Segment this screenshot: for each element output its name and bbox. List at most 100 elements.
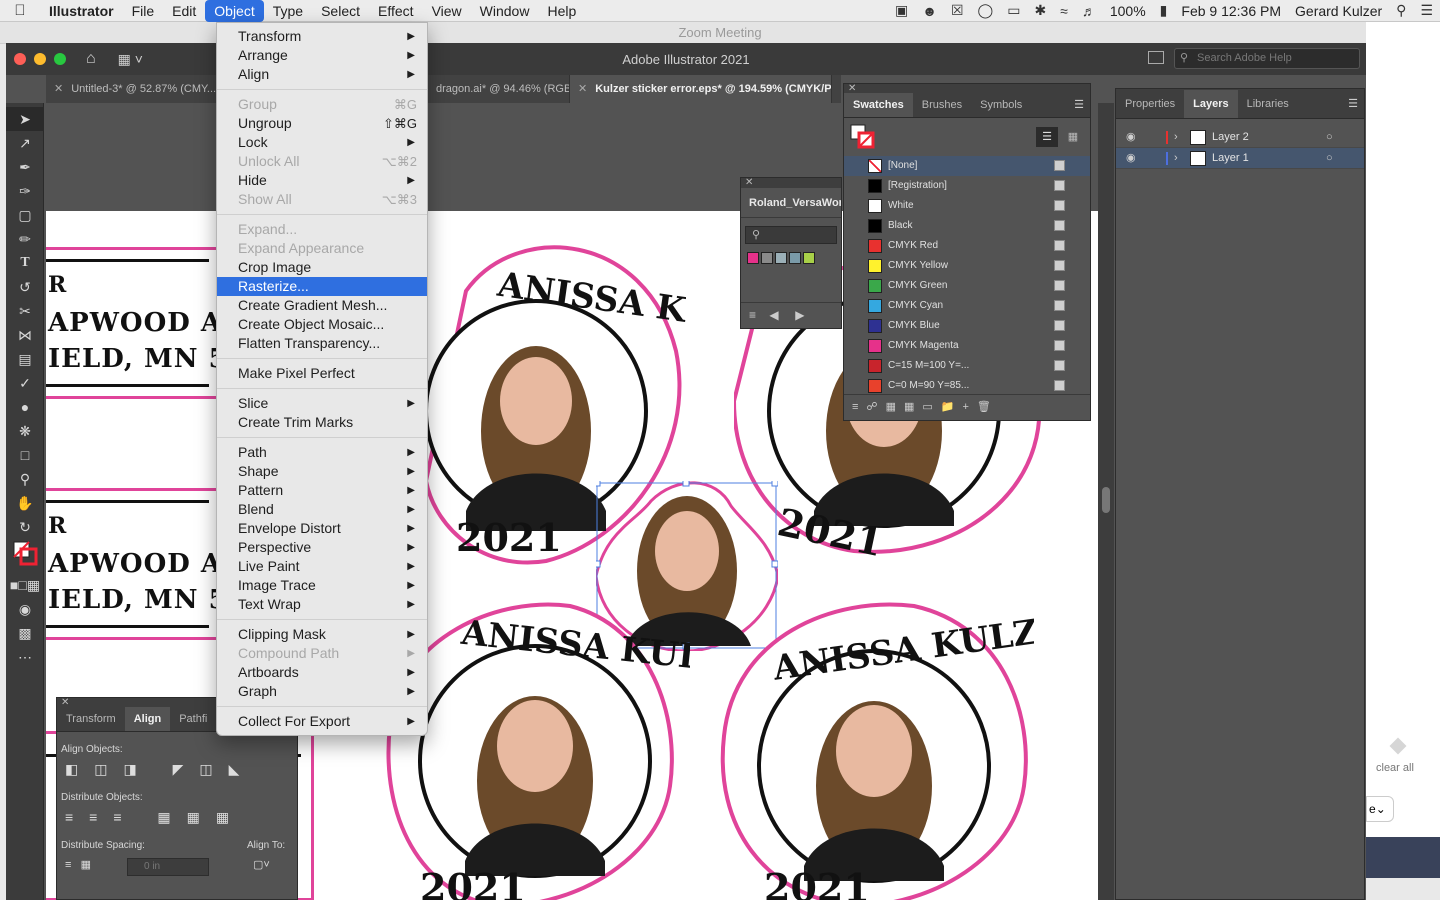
menu-item-artboards[interactable]: Artboards ▶ (217, 663, 427, 682)
selection-handle[interactable] (771, 560, 778, 568)
align-to-dropdown-icon[interactable]: ▢˅ (253, 858, 270, 871)
menu-edit[interactable]: Edit (163, 0, 205, 22)
next-icon[interactable]: ▶ (795, 308, 804, 322)
selection-handle[interactable] (682, 481, 690, 487)
tab-untitled-3[interactable]: ✕ Untitled-3* @ 52.87% (CMY... (46, 75, 222, 103)
swatch-row[interactable]: CMYK Green (844, 276, 1090, 296)
align-vcenter-icon[interactable]: ◫ (199, 761, 228, 777)
layer-name[interactable]: Layer 1 (1212, 148, 1249, 169)
align-top-icon[interactable]: ◤ (173, 761, 200, 777)
swatch-row[interactable]: Black (844, 216, 1090, 236)
wifi-icon[interactable]: ≈ (1053, 3, 1075, 19)
swatch-row[interactable]: CMYK Red (844, 236, 1090, 256)
distribute-left-icon[interactable]: ▦ (157, 809, 186, 825)
swatch-row[interactable]: C=15 M=100 Y=... (844, 356, 1090, 376)
tab-swatches[interactable]: Swatches (844, 93, 913, 117)
artboard-tool-icon[interactable]: □ (6, 443, 44, 467)
menu-item-create-gradient-mesh[interactable]: Create Gradient Mesh... (217, 296, 427, 315)
symbol-sprayer-icon[interactable]: ❋ (6, 419, 44, 443)
roland-search-input[interactable]: ⚲ (745, 226, 837, 244)
menu-item-slice[interactable]: Slice ▶ (217, 394, 427, 413)
distribute-vcenter-icon[interactable]: ≡ (89, 809, 113, 825)
zoom-tool-icon[interactable]: ⚲ (6, 467, 44, 491)
menu-item-create-object-mosaic[interactable]: Create Object Mosaic... (217, 315, 427, 334)
address-label-2[interactable]: R APWOOD AVE IELD, MN 55 (46, 488, 261, 640)
vertical-scrollbar[interactable] (1098, 103, 1114, 900)
expand-chevron-icon[interactable]: › (1174, 148, 1178, 169)
creative-cloud-icon[interactable]: ◯ (971, 2, 1001, 19)
swatch-chip[interactable] (789, 252, 801, 264)
menu-item-rasterize[interactable]: Rasterize... (217, 277, 427, 296)
menu-item-collect-for-export[interactable]: Collect For Export ▶ (217, 712, 427, 731)
menu-item-live-paint[interactable]: Live Paint ▶ (217, 557, 427, 576)
swatch-libraries-icon[interactable]: ≡ (852, 401, 866, 413)
selection-handle[interactable] (596, 481, 601, 487)
place-swatches-icon[interactable]: ☍ (866, 401, 885, 413)
tab-libraries[interactable]: Libraries (1238, 90, 1298, 118)
menu-item-clipping-mask[interactable]: Clipping Mask ▶ (217, 625, 427, 644)
align-hcenter-icon[interactable]: ◫ (94, 761, 123, 777)
swatch-row[interactable]: CMYK Blue (844, 316, 1090, 336)
search-icon[interactable]: ⚲ (1389, 2, 1413, 19)
blend-tool-icon[interactable]: ● (6, 395, 44, 419)
menu-item-blend[interactable]: Blend ▶ (217, 500, 427, 519)
trash-icon[interactable]: 🗑 (977, 401, 999, 413)
menu-item-arrange[interactable]: Arrange ▶ (217, 46, 427, 65)
menu-view[interactable]: View (423, 0, 471, 22)
curvature-tool-icon[interactable]: ✑ (6, 179, 44, 203)
tab-symbols[interactable]: Symbols (971, 93, 1031, 117)
menu-item-envelope-distort[interactable]: Envelope Distort ▶ (217, 519, 427, 538)
swatch-row[interactable]: CMYK Yellow (844, 256, 1090, 276)
show-kinds-icon[interactable]: ▦ (886, 401, 904, 413)
clock[interactable]: Feb 9 12:36 PM (1174, 3, 1288, 19)
swatch-row[interactable]: [None] (844, 156, 1090, 176)
menu-app[interactable]: Illustrator (40, 0, 123, 22)
battery-icon[interactable]: ▮ (1153, 2, 1175, 19)
align-left-icon[interactable]: ◧ (65, 761, 94, 777)
menu-file[interactable]: File (123, 0, 164, 22)
tab-brushes[interactable]: Brushes (913, 93, 971, 117)
swatch-options-icon[interactable]: ▦ (904, 401, 922, 413)
menu-item-ungroup[interactable]: Ungroup ⇧⌘G (217, 114, 427, 133)
more-tools-icon[interactable]: ⋯ (6, 645, 44, 669)
address-label-1[interactable]: R APWOOD AVE IELD, MN 55 (46, 247, 261, 399)
eyedropper-tool-icon[interactable]: ✓ (6, 371, 44, 395)
swatch-row[interactable]: CMYK Magenta (844, 336, 1090, 356)
tab-dragon[interactable]: dragon.ai* @ 94.46% (RGB/... (422, 75, 570, 103)
fill-stroke-swap-icon[interactable]: ↻ (6, 515, 44, 539)
swatch-chip[interactable] (803, 252, 815, 264)
menu-item-crop-image[interactable]: Crop Image (217, 258, 427, 277)
target-circle-icon[interactable]: ○ (1326, 148, 1333, 169)
adobe-icon[interactable]: ☒ (944, 2, 971, 19)
swatch-row[interactable]: CMYK Cyan (844, 296, 1090, 316)
tab-pathfinder[interactable]: Pathfi (170, 707, 216, 731)
tab-transform[interactable]: Transform (57, 707, 125, 731)
menu-window[interactable]: Window (471, 0, 539, 22)
home-icon[interactable]: ⌂ (86, 50, 96, 68)
airplay-icon[interactable]: ▭ (1000, 2, 1027, 19)
apple-icon[interactable]:  (0, 2, 40, 19)
menu-item-align[interactable]: Align ▶ (217, 65, 427, 84)
scrollbar-thumb[interactable] (1102, 487, 1110, 513)
menu-effect[interactable]: Effect (369, 0, 423, 22)
list-view-icon[interactable]: ☰ (1036, 127, 1058, 147)
previous-icon[interactable]: ◀ (769, 308, 778, 322)
user-name[interactable]: Gerard Kulzer (1288, 3, 1389, 19)
swatch-row[interactable]: [Registration] (844, 176, 1090, 196)
menu-type[interactable]: Type (264, 0, 312, 22)
type-tool-icon[interactable]: T (6, 251, 44, 275)
target-circle-icon[interactable]: ○ (1326, 127, 1333, 148)
library-icon[interactable]: ≡ (749, 308, 756, 322)
minimize-window-button[interactable] (34, 53, 46, 65)
people-icon[interactable]: ☻ (915, 3, 944, 19)
layer-row[interactable]: ◉ › Layer 2 ○ (1116, 127, 1364, 148)
close-panel-icon[interactable]: ✕ (61, 697, 69, 708)
screen-mode-icon[interactable]: ▩ (6, 621, 44, 645)
swatch-row[interactable]: C=0 M=90 Y=85... (844, 376, 1090, 396)
close-panel-icon[interactable]: ✕ (745, 177, 753, 188)
paintbrush-tool-icon[interactable]: ✏ (6, 227, 44, 251)
tab-align[interactable]: Align (124, 707, 171, 731)
selection-handle[interactable] (596, 560, 601, 568)
swatch-chip[interactable] (775, 252, 787, 264)
panel-toggle-icon[interactable] (1148, 51, 1164, 64)
